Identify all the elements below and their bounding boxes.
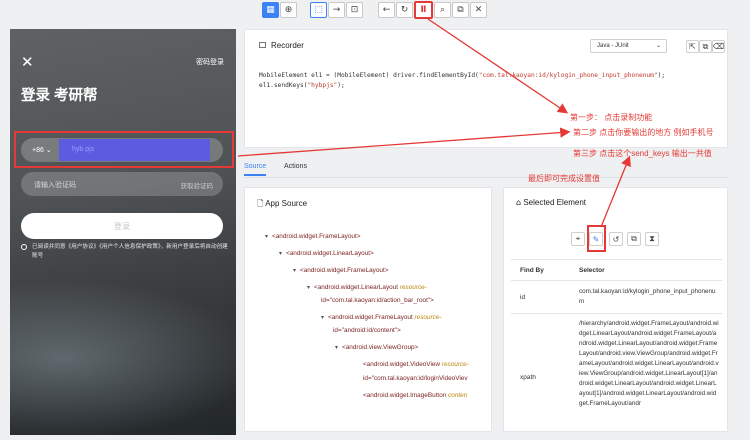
arrow-to-send-keys: [600, 155, 631, 228]
arrow-to-phone-input: [237, 127, 571, 157]
arrow-to-record: [427, 18, 569, 114]
annotation-arrows: [237, 18, 631, 228]
